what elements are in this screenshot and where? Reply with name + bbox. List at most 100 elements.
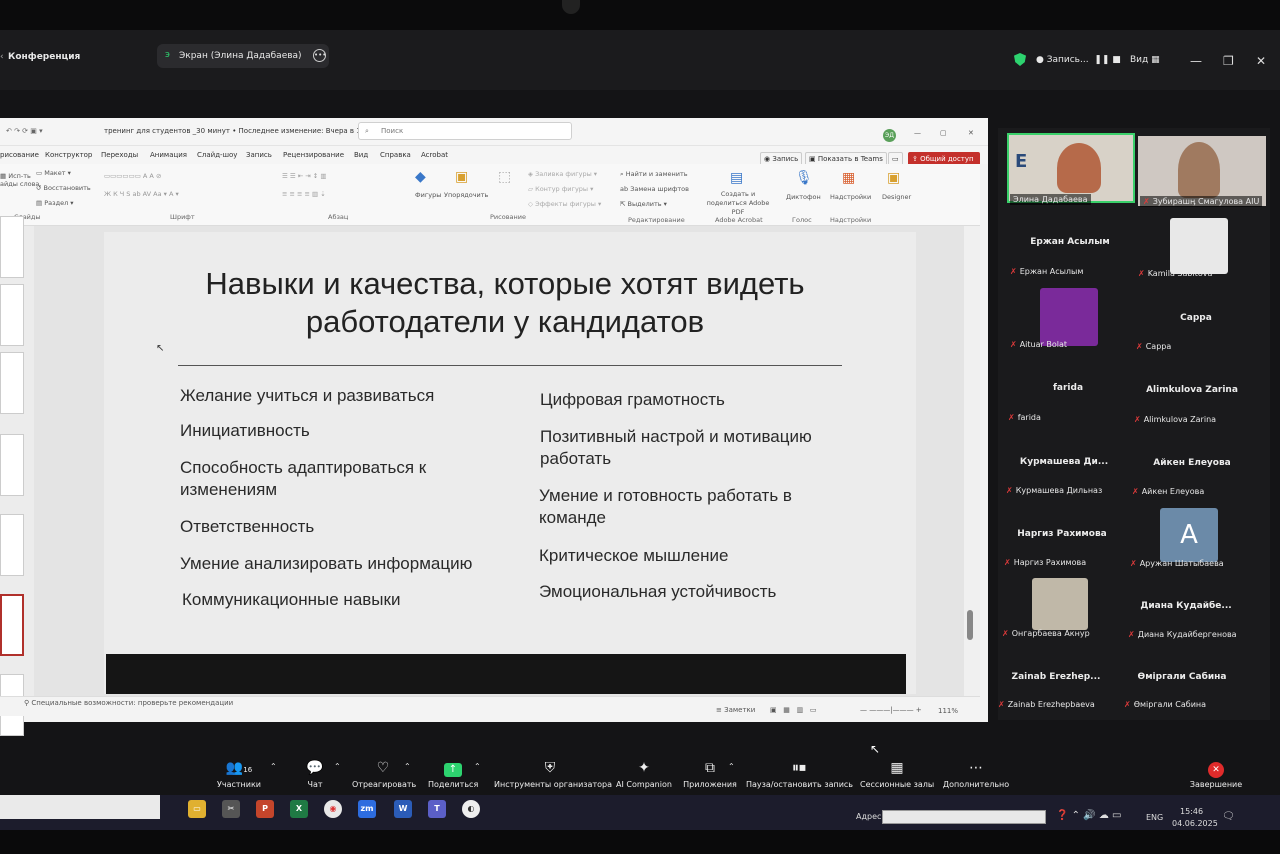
tab-design[interactable]: Конструктор <box>45 151 92 159</box>
accessibility-status[interactable]: ⚲ Специальные возможности: проверьте рек… <box>24 699 233 707</box>
skill-item[interactable]: Желание учиться и развиваться <box>180 385 510 407</box>
paragraph-controls[interactable]: ☰ ☰ ⇤ ⇥ ↕ ▥ <box>282 172 326 180</box>
teams-icon[interactable]: T <box>428 800 446 818</box>
create-pdf-icon[interactable]: ▤ <box>730 170 743 186</box>
dictate-label[interactable]: Диктофон <box>786 193 821 201</box>
participant-label[interactable]: ✗ farida <box>1008 413 1041 422</box>
file-explorer-icon[interactable]: ▭ <box>188 800 206 818</box>
ai-companion-button[interactable]: ✦ AI Companion <box>614 760 674 789</box>
quick-styles-icon[interactable]: ⬚ <box>498 169 511 185</box>
close-icon[interactable]: ✕ <box>1256 54 1266 68</box>
slide-thumbnail[interactable] <box>0 514 24 576</box>
font-controls[interactable]: ▭▭▭▭▭▭ A A ⊘ <box>104 172 161 180</box>
ppt-close-icon[interactable]: ✕ <box>968 129 974 137</box>
tab-draw[interactable]: рисование <box>0 151 39 159</box>
participant-label[interactable]: ✗ Ержан Асылым <box>1010 267 1083 276</box>
slide-title[interactable]: Навыки и качества, которые хотят видеть … <box>150 265 860 341</box>
participant-label[interactable]: ✗ Диана Кудайбергенова <box>1128 630 1237 639</box>
slide-thumbnail[interactable] <box>0 352 24 414</box>
ppt-maximize-icon[interactable]: ▢ <box>940 129 947 137</box>
pause-recording-button[interactable]: ⏸⏹ Пауза/остановить запись <box>746 760 853 789</box>
apps-caret-icon[interactable]: ⌃ <box>728 762 735 771</box>
shape-fill-button[interactable]: ◈ Заливка фигуры ▾ <box>528 170 597 178</box>
language-indicator[interactable]: ENG <box>1146 813 1163 822</box>
addins-label[interactable]: Надстройки <box>830 193 871 201</box>
more-options-icon[interactable]: ••• <box>313 49 326 62</box>
shape-outline-button[interactable]: ▱ Контур фигуры ▾ <box>528 185 593 193</box>
file-name[interactable]: тренинг для студентов _30 минут • Послед… <box>104 127 382 135</box>
search-input[interactable]: ⌕ Поиск <box>358 122 572 140</box>
slide-thumbnail[interactable] <box>0 434 24 496</box>
tab-help[interactable]: Справка <box>380 151 411 159</box>
tab-slideshow[interactable]: Слайд-шоу <box>197 151 237 159</box>
participant-label[interactable]: ✗ Aituar Bolat <box>1010 340 1067 349</box>
find-replace-button[interactable]: ⌕ Найти и заменить <box>620 170 688 179</box>
new-slide-button[interactable]: ▦ Исп-ть айды слова <box>0 172 39 188</box>
skill-item[interactable]: Умение и готовность работать в команде <box>539 485 839 529</box>
paragraph-align-buttons[interactable]: ≡ ≡ ≡ ≡ ▥ ⇣ <box>282 190 326 198</box>
tab-acrobat[interactable]: Acrobat <box>421 151 448 159</box>
taskbar-search-area[interactable] <box>0 795 160 819</box>
maximize-icon[interactable]: ❐ <box>1223 54 1234 68</box>
skill-item[interactable]: Критическое мышление <box>539 545 859 567</box>
participant-label[interactable]: ✗ Аружан Шатыбаева <box>1130 559 1224 568</box>
arrange-icon[interactable]: ▣ <box>455 169 468 185</box>
skill-item[interactable]: Эмоциональная устойчивость <box>539 581 859 603</box>
react-caret-icon[interactable]: ⌃ <box>404 762 411 771</box>
reset-button[interactable]: ↺ Восстановить <box>36 184 91 192</box>
address-input[interactable] <box>882 810 1046 824</box>
breakout-rooms-button[interactable]: ▦ Сессионные залы <box>860 760 934 789</box>
view-buttons[interactable]: ▣ ▦ ▥ ▭ <box>770 706 816 714</box>
layout-button[interactable]: ▭ Макет ▾ <box>36 169 71 177</box>
skill-item[interactable]: Инициативность <box>180 420 510 442</box>
skill-item[interactable]: Способность адаптироваться к изменениям <box>180 457 480 501</box>
end-meeting-button[interactable]: ✕ Завершение <box>1188 760 1244 789</box>
chrome-icon[interactable]: ◉ <box>324 800 342 818</box>
slide-thumbnail[interactable] <box>0 284 24 346</box>
tab-animation[interactable]: Анимация <box>150 151 187 159</box>
zoom-icon[interactable]: zm <box>358 800 376 818</box>
slide-thumbnail-selected[interactable] <box>0 594 24 656</box>
snipping-tool-icon[interactable]: ✂ <box>222 800 240 818</box>
participant-label[interactable]: ✗ Наргиз Рахимова <box>1004 558 1086 567</box>
slide-thumbnail[interactable] <box>0 216 24 278</box>
screen-share-indicator[interactable]: э Экран (Элина Дадабаева) ••• <box>157 44 329 68</box>
tab-record[interactable]: Запись <box>246 151 272 159</box>
tab-view[interactable]: Вид <box>354 151 368 159</box>
more-button[interactable]: ⋯ Дополнительно <box>942 760 1010 789</box>
participant-label[interactable]: ✗ Zainab Erezhepbaeva <box>998 700 1095 709</box>
participant-label[interactable]: ✗ Курмашева Дильназ <box>1006 486 1102 495</box>
excel-icon[interactable]: X <box>290 800 308 818</box>
skill-item[interactable]: Ответственность <box>180 516 510 538</box>
back-arrow-icon[interactable]: ‹ <box>0 52 4 62</box>
designer-icon[interactable]: ▣ <box>887 170 900 186</box>
slide-scrollbar-thumb[interactable] <box>967 610 973 640</box>
shapes-label[interactable]: Фигуры <box>415 191 441 199</box>
notifications-icon[interactable]: 🗨 <box>1222 811 1235 822</box>
participants-caret-icon[interactable]: ⌃ <box>270 762 277 771</box>
participants-button[interactable]: 👥16 Участники <box>216 760 262 789</box>
tray-icons[interactable]: ❓ ⌃ 🔊 ☁ ▭ <box>1056 810 1121 821</box>
participant-label[interactable]: ✗ Сарра <box>1136 342 1171 351</box>
quick-access-icons[interactable]: ↶ ↷ ⟳ ▣ ▾ <box>6 127 43 135</box>
zoom-level[interactable]: 111% <box>938 707 958 715</box>
zoom-slider[interactable]: — ———|——— + <box>860 706 922 714</box>
powerpoint-icon[interactable]: P <box>256 800 274 818</box>
designer-label[interactable]: Designer <box>882 193 911 201</box>
participant-label[interactable]: ✗ Kamila Sabitova <box>1138 269 1212 278</box>
clock-date[interactable]: 04.06.2025 <box>1172 819 1218 828</box>
participant-label[interactable]: ✗ Alimkulova Zarina <box>1134 415 1216 424</box>
view-button[interactable]: Вид ▦ <box>1130 55 1160 65</box>
participant-label[interactable]: ✗ Онгарбаева Акнур <box>1002 629 1090 638</box>
shape-effects-button[interactable]: ◇ Эффекты фигуры ▾ <box>528 200 601 208</box>
addins-icon[interactable]: ▦ <box>842 170 855 186</box>
arrange-label[interactable]: Упорядочить <box>444 191 488 199</box>
recording-indicator[interactable]: ● Запись... ❚❚ ■ <box>1036 55 1121 65</box>
shapes-icon[interactable]: ◆ <box>415 169 426 185</box>
chat-button[interactable]: 💬 Чат <box>300 760 330 789</box>
share-caret-icon[interactable]: ⌃ <box>474 762 481 771</box>
section-button[interactable]: ▤ Раздел ▾ <box>36 199 74 207</box>
participant-label[interactable]: ✗ Өміргали Сабина <box>1124 700 1206 709</box>
clock-time[interactable]: 15:46 <box>1180 807 1203 816</box>
host-tools-button[interactable]: ⛨ Инструменты организатора <box>494 760 612 789</box>
